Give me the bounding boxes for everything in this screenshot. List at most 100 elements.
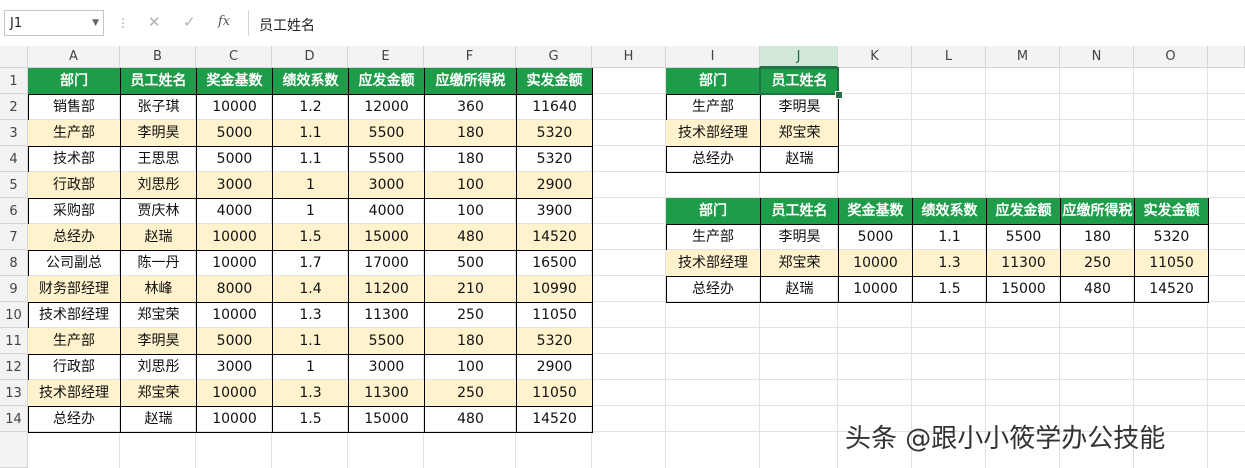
main-table-cell[interactable]: 1.5 (273, 406, 349, 433)
main-table-cell[interactable]: 250 (425, 380, 517, 407)
main-table-cell[interactable]: 14520 (517, 224, 593, 251)
result-table-cell[interactable]: 10000 (839, 250, 913, 277)
lookup-table-cell[interactable]: 技术部经理 (666, 120, 761, 147)
column-header-g[interactable]: G (516, 46, 592, 68)
main-table-cell[interactable]: 1.2 (273, 94, 349, 121)
main-table-cell[interactable]: 5320 (517, 146, 593, 173)
result-table-cell[interactable]: 技术部经理 (666, 250, 761, 277)
main-table-cell[interactable]: 总经办 (28, 224, 121, 251)
lookup-table-header-cell[interactable]: 员工姓名 (761, 68, 839, 95)
main-table-cell[interactable]: 5000 (197, 328, 273, 355)
main-table-cell[interactable]: 1.1 (273, 146, 349, 173)
main-table-cell[interactable]: 360 (425, 94, 517, 121)
main-table-cell[interactable]: 技术部经理 (28, 380, 121, 407)
name-box[interactable]: J1 ▼ (4, 10, 104, 36)
main-table-cell[interactable]: 1.1 (273, 328, 349, 355)
insert-function-icon[interactable]: fx (218, 14, 230, 29)
main-table-cell[interactable]: 10000 (197, 224, 273, 251)
main-table-cell[interactable]: 刘思彤 (121, 354, 197, 381)
row-header-11[interactable]: 11 (0, 328, 28, 354)
result-table-cell[interactable]: 李明昊 (761, 224, 839, 251)
main-table-cell[interactable]: 行政部 (28, 354, 121, 381)
result-table-cell[interactable]: 1.3 (913, 250, 987, 277)
main-table-cell[interactable]: 11200 (349, 276, 425, 303)
lookup-table-cell[interactable]: 李明昊 (761, 94, 839, 121)
main-table-cell[interactable]: 180 (425, 120, 517, 147)
row-header-3[interactable]: 3 (0, 120, 28, 146)
main-table-cell[interactable]: 郑宝荣 (121, 380, 197, 407)
row-header-5[interactable]: 5 (0, 172, 28, 198)
lookup-table-cell[interactable]: 总经办 (666, 146, 761, 173)
main-table-cell[interactable]: 15000 (349, 224, 425, 251)
main-table-cell[interactable]: 11050 (517, 302, 593, 329)
main-table-cell[interactable]: 8000 (197, 276, 273, 303)
main-table-cell[interactable]: 14520 (517, 406, 593, 433)
main-table-cell[interactable]: 10000 (197, 380, 273, 407)
result-table-cell[interactable]: 生产部 (666, 224, 761, 251)
main-table-cell[interactable]: 10000 (197, 250, 273, 277)
result-table-header-cell[interactable]: 实发金额 (1135, 198, 1209, 225)
lookup-table-cell[interactable]: 生产部 (666, 94, 761, 121)
column-header-n[interactable]: N (1060, 46, 1134, 68)
main-table-cell[interactable]: 1.5 (273, 224, 349, 251)
column-header-c[interactable]: C (196, 46, 272, 68)
column-header-k[interactable]: K (838, 46, 912, 68)
fill-handle[interactable] (835, 91, 843, 99)
chevron-down-icon[interactable]: ▼ (92, 18, 99, 28)
result-table-cell[interactable]: 250 (1061, 250, 1135, 277)
main-table-cell[interactable]: 210 (425, 276, 517, 303)
main-table-cell[interactable]: 4000 (197, 198, 273, 225)
column-header-b[interactable]: B (120, 46, 196, 68)
main-table-header-cell[interactable]: 绩效系数 (273, 68, 349, 95)
main-table-cell[interactable]: 3000 (349, 354, 425, 381)
main-table-cell[interactable]: 陈一丹 (121, 250, 197, 277)
result-table-cell[interactable]: 总经办 (666, 276, 761, 303)
main-table-cell[interactable]: 财务部经理 (28, 276, 121, 303)
lookup-table-cell[interactable]: 赵瑞 (761, 146, 839, 173)
main-table-cell[interactable]: 5000 (197, 120, 273, 147)
main-table-cell[interactable]: 技术部经理 (28, 302, 121, 329)
main-table-cell[interactable]: 生产部 (28, 120, 121, 147)
main-table-cell[interactable]: 10000 (197, 406, 273, 433)
main-table-cell[interactable]: 180 (425, 146, 517, 173)
main-table-cell[interactable]: 11640 (517, 94, 593, 121)
main-table-cell[interactable]: 480 (425, 406, 517, 433)
main-table-cell[interactable]: 1.3 (273, 380, 349, 407)
main-table-cell[interactable]: 销售部 (28, 94, 121, 121)
row-header-2[interactable]: 2 (0, 94, 28, 120)
row-header-10[interactable]: 10 (0, 302, 28, 328)
main-table-header-cell[interactable]: 部门 (28, 68, 121, 95)
main-table-cell[interactable]: 100 (425, 198, 517, 225)
main-table-cell[interactable]: 2900 (517, 172, 593, 199)
main-table-cell[interactable]: 15000 (349, 406, 425, 433)
result-table-cell[interactable]: 15000 (987, 276, 1061, 303)
main-table-cell[interactable]: 公司副总 (28, 250, 121, 277)
main-table-cell[interactable]: 1 (273, 172, 349, 199)
main-table-cell[interactable]: 180 (425, 328, 517, 355)
result-table-header-cell[interactable]: 绩效系数 (913, 198, 987, 225)
main-table-header-cell[interactable]: 奖金基数 (197, 68, 273, 95)
row-header-1[interactable]: 1 (0, 68, 28, 94)
result-table-cell[interactable]: 赵瑞 (761, 276, 839, 303)
main-table-cell[interactable]: 刘思彤 (121, 172, 197, 199)
drag-handle-icon[interactable]: ⋮ (117, 16, 129, 30)
main-table-cell[interactable]: 480 (425, 224, 517, 251)
result-table-cell[interactable]: 10000 (839, 276, 913, 303)
column-header-d[interactable]: D (272, 46, 348, 68)
column-header-o[interactable]: O (1134, 46, 1208, 68)
confirm-icon[interactable]: ✓ (183, 13, 196, 31)
main-table-cell[interactable]: 张子琪 (121, 94, 197, 121)
main-table-cell[interactable]: 1 (273, 354, 349, 381)
main-table-cell[interactable]: 10990 (517, 276, 593, 303)
main-table-cell[interactable]: 5500 (349, 328, 425, 355)
main-table-cell[interactable]: 5320 (517, 328, 593, 355)
column-header-a[interactable]: A (28, 46, 120, 68)
main-table-cell[interactable]: 3000 (197, 172, 273, 199)
row-header-6[interactable]: 6 (0, 198, 28, 224)
column-header-l[interactable]: L (912, 46, 986, 68)
main-table-cell[interactable]: 李明昊 (121, 120, 197, 147)
main-table-header-cell[interactable]: 应缴所得税 (425, 68, 517, 95)
main-table-cell[interactable]: 贾庆林 (121, 198, 197, 225)
main-table-cell[interactable]: 16500 (517, 250, 593, 277)
main-table-cell[interactable]: 1.7 (273, 250, 349, 277)
